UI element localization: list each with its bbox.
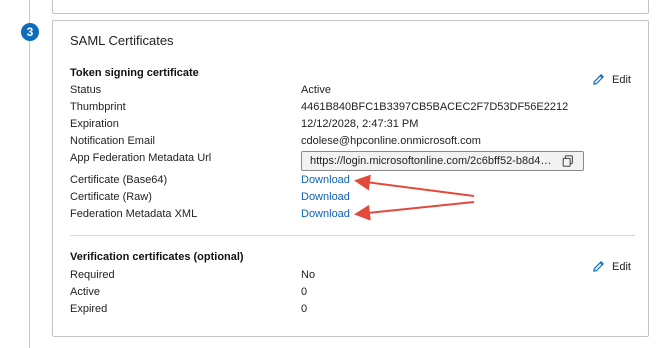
notification-email-label: Notification Email — [70, 135, 155, 147]
previous-section-card — [52, 0, 649, 14]
status-label: Status — [70, 84, 102, 96]
token-signing-edit-button[interactable]: Edit — [591, 72, 631, 87]
expiration-label: Expiration — [70, 118, 119, 130]
verification-heading: Verification certificates (optional) — [70, 251, 244, 263]
metadata-url-text[interactable]: https://login.microsoftonline.com/2c6bff… — [310, 155, 553, 167]
status-value: Active — [301, 84, 331, 96]
expired-value: 0 — [301, 303, 308, 315]
expiration-value: 12/12/2028, 2:47:31 PM — [301, 118, 419, 130]
copy-icon[interactable] — [561, 154, 575, 168]
token-signing-heading: Token signing certificate — [70, 67, 199, 79]
thumbprint-value: 4461B840BFC1B3397CB5BACEC2F7D53DF56E2212 — [301, 101, 569, 113]
pencil-icon — [593, 74, 604, 85]
certificate-raw-label: Certificate (Raw) — [70, 191, 152, 203]
expired-label: Expired — [70, 303, 108, 315]
certificate-base64-label: Certificate (Base64) — [70, 174, 168, 186]
thumbprint-label: Thumbprint — [70, 101, 126, 113]
pencil-icon — [593, 261, 604, 272]
token-signing-edit-label: Edit — [612, 73, 631, 86]
certificate-raw-download-link[interactable]: Download — [301, 191, 350, 203]
verification-edit-label: Edit — [612, 260, 631, 273]
saml-certificates-card: SAML Certificates Token signing certific… — [52, 20, 649, 337]
required-value: No — [301, 269, 316, 281]
active-value: 0 — [301, 286, 308, 298]
token-signing-section: Token signing certificate Status Active … — [70, 67, 635, 227]
federation-metadata-xml-label: Federation Metadata XML — [70, 208, 198, 220]
card-title: SAML Certificates — [70, 33, 174, 48]
verification-section: Verification certificates (optional) Req… — [70, 251, 635, 316]
federation-metadata-xml-download-link[interactable]: Download — [301, 208, 350, 220]
step-number-badge: 3 — [21, 23, 39, 41]
metadata-url-label: App Federation Metadata Url — [70, 152, 212, 164]
certificate-base64-download-link[interactable]: Download — [301, 174, 350, 186]
required-label: Required — [70, 269, 115, 281]
active-label: Active — [70, 286, 100, 298]
section-divider — [70, 235, 635, 236]
metadata-url-field[interactable]: https://login.microsoftonline.com/2c6bff… — [301, 151, 584, 171]
verification-edit-button[interactable]: Edit — [591, 259, 631, 274]
saml-configuration-page: 3 SAML Certificates Token signing certif… — [0, 0, 671, 348]
notification-email-value: cdolese@hpconline.onmicrosoft.com — [301, 135, 481, 147]
step-connector-line — [29, 0, 30, 348]
